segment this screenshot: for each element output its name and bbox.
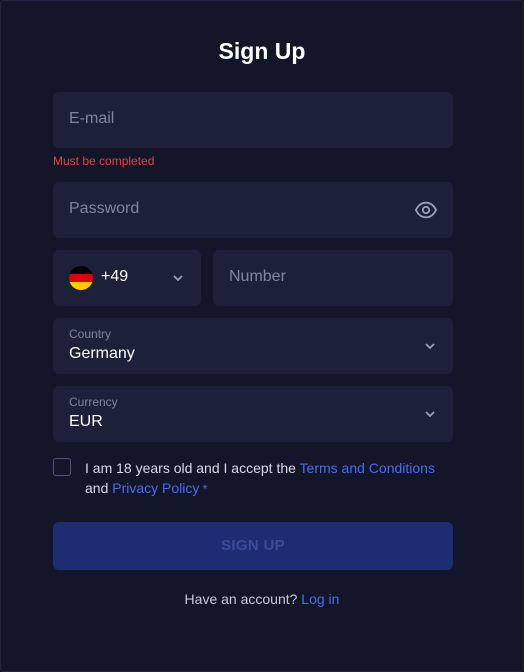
page-title: Sign Up: [218, 38, 306, 64]
signup-modal: Sign Up E-mail Must be completed Passwor…: [0, 0, 524, 672]
login-link[interactable]: Log in: [301, 591, 339, 607]
currency-select[interactable]: Currency EUR: [53, 386, 453, 442]
email-field[interactable]: E-mail: [53, 92, 453, 148]
password-field[interactable]: Password: [53, 182, 453, 238]
login-row: Have an account? Log in: [1, 591, 523, 607]
terms-and: and: [85, 480, 113, 496]
chevron-down-icon: [173, 275, 183, 282]
country-select[interactable]: Country Germany: [53, 318, 453, 374]
terms-checkbox[interactable]: [53, 458, 71, 476]
login-prompt: Have an account?: [184, 591, 298, 607]
signup-button[interactable]: SIGN UP: [53, 522, 453, 570]
password-placeholder: Password: [69, 200, 140, 217]
eye-icon[interactable]: [415, 199, 437, 221]
country-label: Country: [69, 327, 112, 341]
email-error-message: Must be completed: [53, 154, 155, 168]
phone-code-select[interactable]: +49: [53, 250, 201, 306]
phone-code-value: +49: [101, 268, 129, 285]
phone-number-field[interactable]: Number: [213, 250, 453, 306]
phone-number-placeholder: Number: [229, 268, 286, 285]
email-placeholder: E-mail: [69, 110, 115, 127]
country-value: Germany: [69, 345, 135, 362]
terms-link[interactable]: Terms and Conditions: [300, 460, 435, 476]
currency-value: EUR: [69, 413, 103, 430]
required-mark: *: [199, 482, 208, 496]
terms-prefix: I am 18 years old and I accept the: [85, 460, 300, 476]
germany-flag-icon: [69, 266, 93, 290]
chevron-down-icon: [425, 343, 435, 350]
chevron-down-icon: [425, 411, 435, 418]
currency-label: Currency: [69, 395, 118, 409]
terms-text: I am 18 years old and I accept the Terms…: [85, 458, 445, 499]
privacy-link[interactable]: Privacy Policy: [112, 480, 199, 496]
